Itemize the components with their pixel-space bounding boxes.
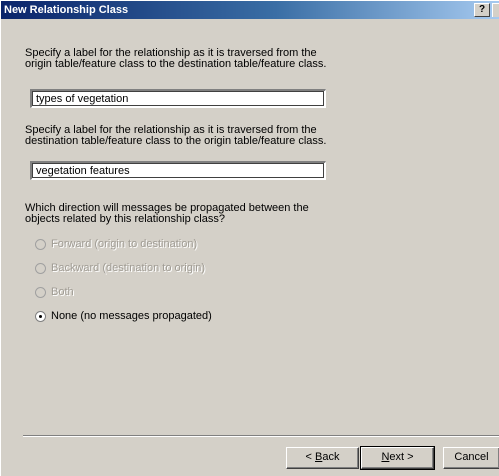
radio-forward-label: Forward (origin to destination) [51, 238, 198, 250]
back-button[interactable]: < Back [286, 447, 359, 469]
radio-backward[interactable]: Backward (destination to origin) [35, 262, 205, 275]
window-title: New Relationship Class [4, 4, 129, 16]
back-button-prefix: < [305, 451, 315, 463]
help-button[interactable]: ? [474, 3, 490, 17]
backward-label-input[interactable]: vegetation features [30, 161, 326, 180]
backward-label-description: Specify a label for the relationship as … [25, 124, 327, 147]
radio-forward[interactable]: Forward (origin to destination) [35, 238, 197, 251]
forward-label-description: Specify a label for the relationship as … [25, 47, 327, 70]
radio-circle[interactable] [35, 239, 46, 250]
radio-backward-label: Backward (destination to origin) [51, 262, 206, 274]
radio-none[interactable]: None (no messages propagated) [35, 310, 212, 323]
radio-both[interactable]: Both [35, 286, 74, 299]
back-button-rest: ack [322, 451, 340, 463]
forward-label-input[interactable]: types of vegetation [30, 89, 326, 108]
radio-both-label: Both [51, 286, 74, 298]
close-button[interactable] [492, 3, 499, 17]
radio-circle-selected[interactable] [35, 311, 46, 322]
radio-selected-dot [39, 315, 42, 318]
dialog-window: New Relationship Class ? Specify a label… [0, 0, 499, 476]
radio-circle[interactable] [35, 287, 46, 298]
radio-none-label: None (no messages propagated) [51, 310, 212, 322]
radio-circle[interactable] [35, 263, 46, 274]
propagation-question: Which direction will messages be propaga… [25, 202, 309, 225]
title-bar[interactable]: New Relationship Class ? [1, 1, 499, 19]
next-button-rest: ext > [389, 451, 414, 463]
cancel-button[interactable]: Cancel [443, 447, 499, 469]
next-button[interactable]: Next > [360, 446, 435, 470]
separator-highlight [23, 436, 499, 437]
